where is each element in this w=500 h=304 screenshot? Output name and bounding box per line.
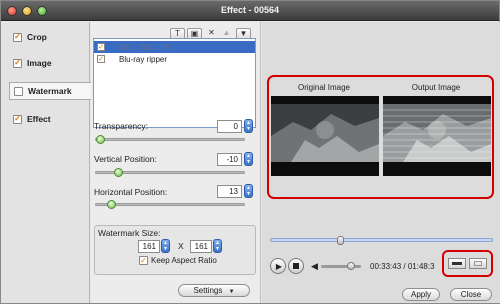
sidebar-item-crop[interactable]: ✓ Crop bbox=[5, 28, 87, 46]
playback-progress-bar[interactable] bbox=[270, 236, 493, 245]
side-by-side-view-button[interactable] bbox=[448, 258, 466, 269]
image-icon: ▣ bbox=[190, 29, 199, 38]
image-checkbox[interactable]: ✓ bbox=[13, 58, 22, 68]
preview-group: Original Image Output Image bbox=[267, 75, 494, 199]
output-image-preview bbox=[383, 96, 491, 176]
slider-knob[interactable] bbox=[107, 200, 116, 209]
horizontal-position-stepper[interactable]: ▲ ▼ bbox=[244, 184, 253, 198]
move-down-icon: ▼ bbox=[239, 29, 248, 38]
original-preview-frame bbox=[271, 96, 379, 176]
close-button[interactable]: Close bbox=[450, 288, 492, 301]
output-preview-frame bbox=[383, 96, 491, 176]
crop-checkbox[interactable]: ✓ bbox=[13, 32, 22, 42]
stop-icon bbox=[293, 263, 299, 269]
vertical-position-stepper[interactable]: ▲ ▼ bbox=[244, 152, 253, 166]
horizontal-position-label: Horizontal Position: bbox=[94, 187, 168, 197]
time-readout: 00:33:43 / 01:48:3 bbox=[370, 262, 435, 271]
item-checkbox[interactable]: ✓ bbox=[97, 55, 105, 63]
keep-aspect-ratio-checkbox[interactable]: ✓ bbox=[139, 256, 148, 265]
time-separator: / bbox=[403, 262, 406, 271]
delete-icon: ✕ bbox=[208, 28, 215, 37]
watermark-width-stepper[interactable]: ▲ ▼ bbox=[161, 239, 170, 253]
transparency-label: Transparency: bbox=[94, 121, 149, 131]
size-separator: X bbox=[178, 241, 184, 251]
play-icon: ▶ bbox=[275, 261, 283, 271]
apply-button[interactable]: Apply bbox=[402, 288, 440, 301]
output-image-label: Output Image bbox=[411, 83, 461, 92]
single-view-icon bbox=[474, 261, 482, 266]
slider-knob[interactable] bbox=[114, 168, 123, 177]
effect-window: Effect - 00564 ✓ Crop ✓ Image Watermark … bbox=[0, 0, 500, 304]
effect-checkbox[interactable]: ✓ bbox=[13, 114, 22, 124]
effect-sidebar: ✓ Crop ✓ Image Watermark ✓ Effect bbox=[1, 22, 91, 303]
side-by-side-icon bbox=[452, 262, 462, 265]
play-button[interactable]: ▶ bbox=[270, 258, 286, 274]
sidebar-item-watermark[interactable]: Watermark bbox=[9, 82, 91, 100]
slider-knob[interactable] bbox=[96, 135, 105, 144]
sidebar-item-label: Image bbox=[27, 58, 52, 68]
file-name: IMG_0003.JPG bbox=[119, 42, 175, 52]
watermark-checkbox[interactable] bbox=[14, 86, 23, 96]
volume-knob[interactable] bbox=[347, 262, 355, 270]
title-bar: Effect - 00564 bbox=[1, 1, 499, 21]
current-time: 00:33:43 bbox=[370, 262, 402, 271]
vertical-position-slider[interactable] bbox=[95, 168, 245, 177]
settings-button[interactable]: Settings ▼ bbox=[178, 284, 250, 297]
original-image-preview bbox=[271, 96, 379, 176]
vertical-position-label: Vertical Position: bbox=[94, 154, 157, 164]
sidebar-item-label: Effect bbox=[27, 114, 51, 124]
watermark-height-input[interactable]: 161 bbox=[190, 240, 212, 253]
sidebar-item-effect[interactable]: ✓ Effect bbox=[5, 110, 87, 128]
transparency-stepper[interactable]: ▲ ▼ bbox=[244, 119, 253, 133]
vertical-position-input[interactable]: -10 bbox=[217, 153, 242, 166]
keep-aspect-ratio-option[interactable]: ✓ Keep Aspect Ratio bbox=[139, 256, 217, 265]
sidebar-item-image[interactable]: ✓ Image bbox=[5, 54, 87, 72]
watermark-height-stepper[interactable]: ▲ ▼ bbox=[213, 239, 222, 253]
horizontal-position-slider[interactable] bbox=[95, 200, 245, 209]
file-name: Blu-ray ripper bbox=[119, 54, 168, 64]
view-mode-group bbox=[442, 250, 493, 277]
item-checkbox[interactable]: ✓ bbox=[97, 43, 105, 51]
horizontal-position-input[interactable]: 13 bbox=[217, 185, 242, 198]
stop-button[interactable] bbox=[288, 258, 304, 274]
move-up-icon: ▲ bbox=[222, 28, 231, 37]
preview-panel: Original Image Output Image ▶ ◀ 00:33:43… bbox=[262, 22, 500, 303]
progress-knob[interactable] bbox=[337, 236, 344, 245]
volume-icon[interactable]: ◀ bbox=[311, 261, 318, 272]
window-title: Effect - 00564 bbox=[220, 5, 280, 15]
list-item[interactable]: ✓ IMG_0003.JPG bbox=[94, 41, 255, 53]
settings-label: Settings bbox=[193, 286, 223, 295]
watermark-width-input[interactable]: 161 bbox=[138, 240, 160, 253]
transparency-input[interactable]: 0 bbox=[217, 120, 242, 133]
watermark-size-label: Watermark Size: bbox=[98, 228, 161, 238]
watermark-settings-panel: T ▣ ✕ ▲ ▼ ✓ IMG_0003.JPG ✓ Blu-ray rippe… bbox=[91, 22, 261, 303]
sidebar-item-label: Crop bbox=[27, 32, 47, 42]
single-view-button[interactable] bbox=[469, 258, 487, 269]
keep-aspect-ratio-label: Keep Aspect Ratio bbox=[151, 256, 217, 265]
watermark-size-group: Watermark Size: 161 ▲ ▼ X 161 ▲ ▼ ✓ Keep A… bbox=[94, 225, 256, 275]
list-item[interactable]: ✓ Blu-ray ripper bbox=[94, 53, 255, 65]
total-time: 01:48:3 bbox=[407, 262, 435, 271]
watermark-list[interactable]: ✓ IMG_0003.JPG ✓ Blu-ray ripper bbox=[93, 38, 256, 128]
transparency-slider[interactable] bbox=[95, 135, 245, 144]
volume-slider[interactable] bbox=[321, 262, 361, 270]
text-icon: T bbox=[175, 29, 180, 38]
chevron-down-icon: ▼ bbox=[228, 289, 235, 295]
original-image-label: Original Image bbox=[297, 83, 351, 92]
sidebar-item-label: Watermark bbox=[28, 86, 72, 96]
